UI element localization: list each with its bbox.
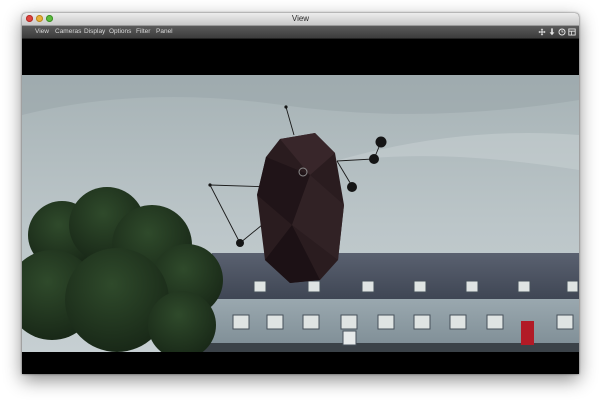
clock-icon[interactable]: [558, 27, 566, 37]
title-bar[interactable]: View: [22, 13, 579, 26]
move-icon[interactable]: [538, 27, 546, 37]
control-handle-lower[interactable]: [347, 182, 357, 192]
control-handle-top[interactable]: [375, 136, 387, 148]
red-door: [521, 321, 534, 345]
control-handle-left[interactable]: [236, 239, 244, 247]
control-point-top[interactable]: [284, 105, 288, 109]
toolbar-icons: [538, 27, 576, 37]
layout-icon[interactable]: [568, 27, 576, 37]
viewer-window: View View Cameras Display Options Filter…: [22, 13, 579, 374]
window-title: View: [291, 14, 310, 23]
menu-panel[interactable]: Panel: [156, 26, 173, 38]
camera-viewport[interactable]: [22, 39, 579, 374]
scene-render[interactable]: [22, 75, 579, 352]
menu-view[interactable]: View: [35, 26, 49, 38]
menu-cameras[interactable]: Cameras: [55, 26, 81, 38]
building: [200, 253, 579, 352]
control-point-far-left[interactable]: [208, 183, 212, 187]
menu-display[interactable]: Display: [84, 26, 105, 38]
panel-menubar: View Cameras Display Options Filter Pane…: [22, 26, 579, 39]
menu-options[interactable]: Options: [109, 26, 131, 38]
download-arrow-icon[interactable]: [548, 27, 556, 37]
menu-filter[interactable]: Filter: [136, 26, 150, 38]
control-handle-middle[interactable]: [369, 154, 379, 164]
